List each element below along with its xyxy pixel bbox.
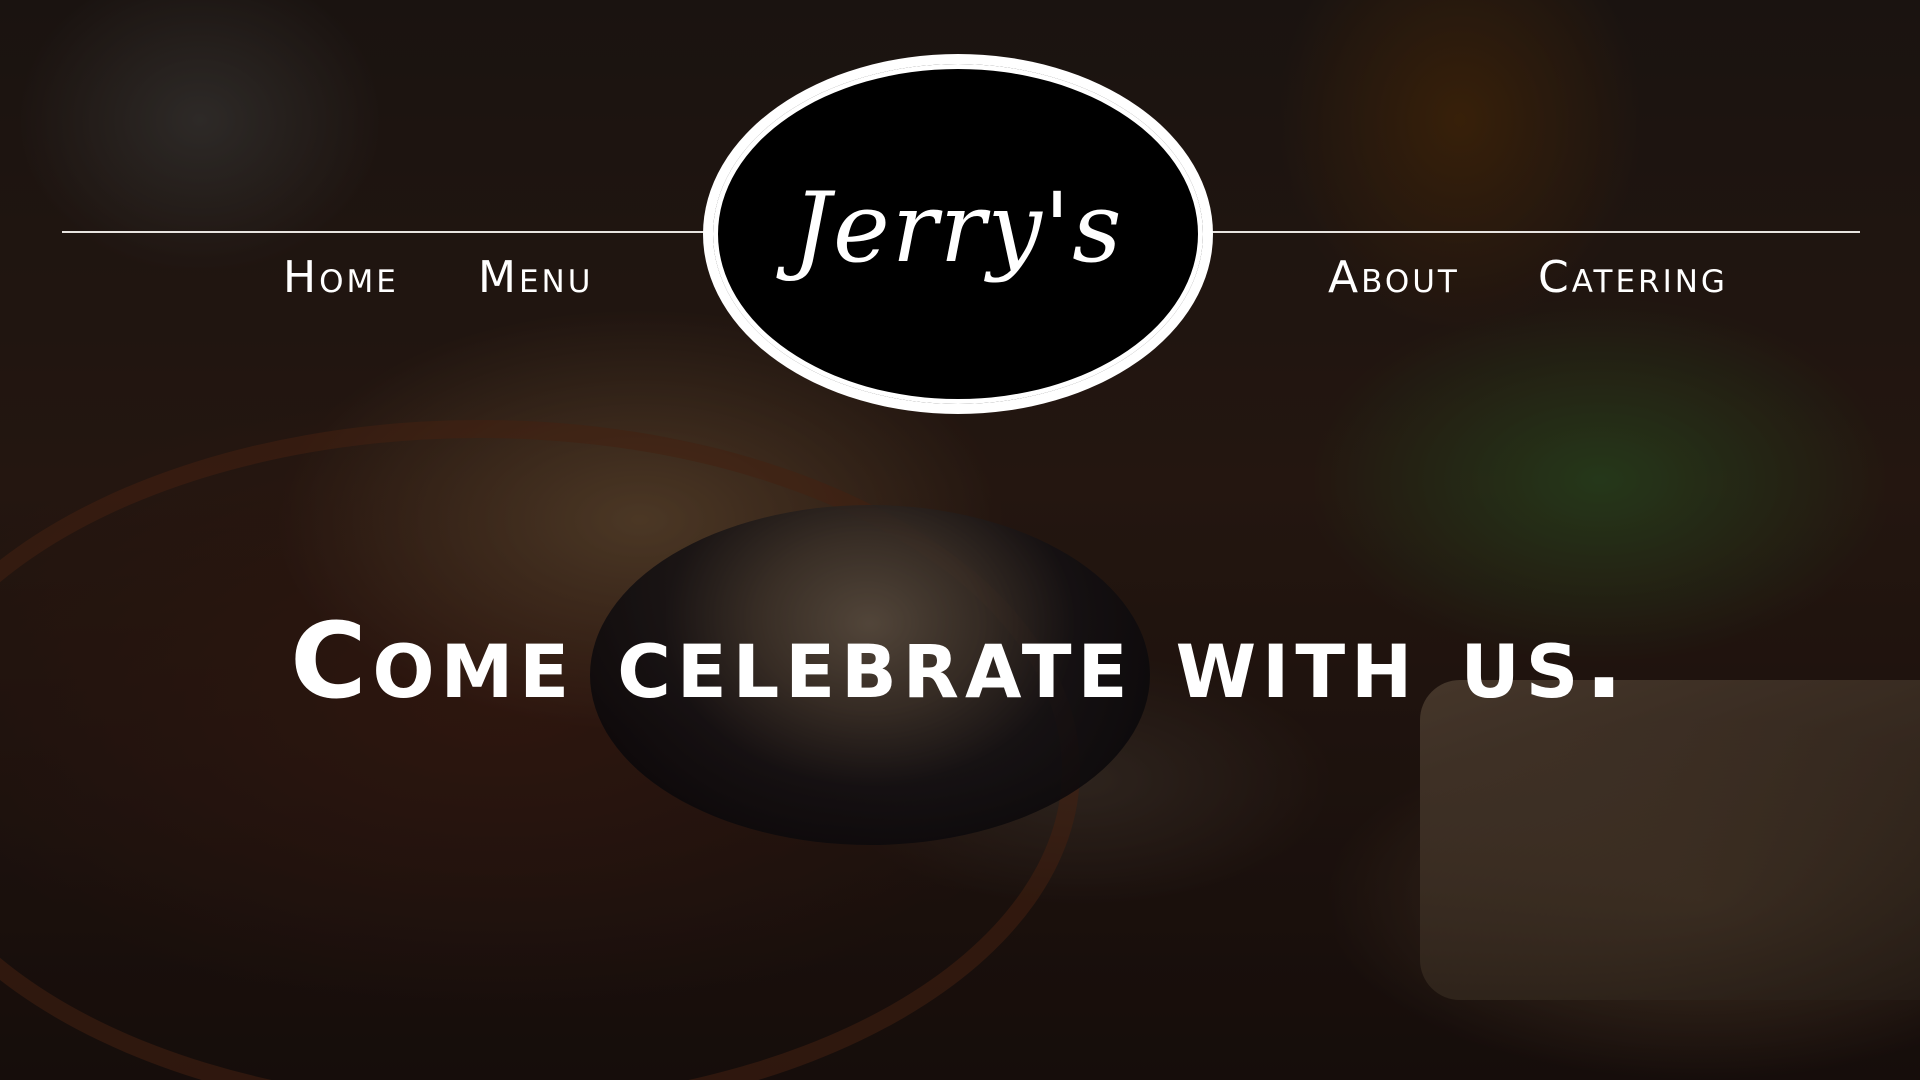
- site-logo[interactable]: Jerry's: [703, 54, 1213, 414]
- hero-section: Home Menu About Catering Jerry's Come ce…: [0, 0, 1920, 1080]
- nav-divider-right: [1210, 231, 1860, 233]
- nav-link-catering[interactable]: Catering: [1538, 252, 1728, 303]
- nav-link-home[interactable]: Home: [283, 252, 399, 303]
- nav-link-menu[interactable]: Menu: [478, 252, 593, 303]
- logo-text: Jerry's: [792, 172, 1124, 284]
- nav-link-about[interactable]: About: [1328, 252, 1460, 303]
- nav-divider-left: [62, 231, 712, 233]
- hero-tagline: Come celebrate with us.: [290, 600, 1630, 722]
